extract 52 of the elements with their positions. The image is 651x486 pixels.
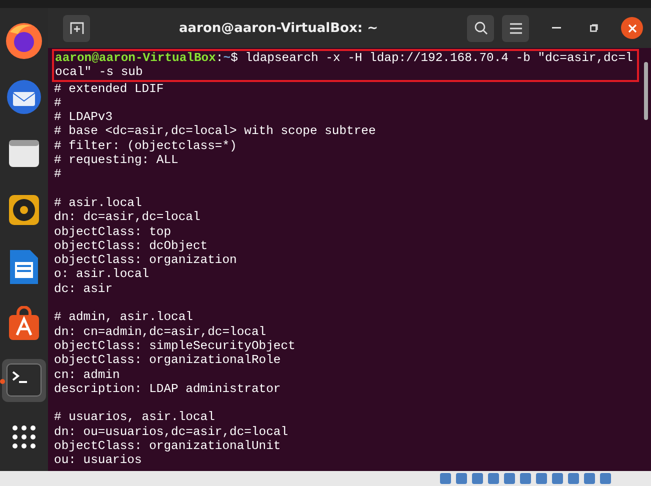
output-line: # admin, asir.local [54,310,194,325]
new-tab-icon [70,21,84,35]
status-icon [552,473,563,484]
status-icon [584,473,595,484]
close-button[interactable] [621,17,643,39]
status-icon [488,473,499,484]
output-line: # filter: (objectclass=*) [54,138,238,154]
output-line: ou: usuarios [54,453,143,468]
shopping-bag-icon [6,306,42,342]
status-icon [536,473,547,484]
output-line: # LDAPv3 [54,110,114,124]
output-line: objectClass: organizationalUnit [54,439,282,454]
search-button[interactable] [467,14,494,42]
document-icon [8,248,40,286]
output-line: # asir.local [54,196,143,210]
output-line: dn: ou=usuarios,dc=asir,dc=local [54,424,290,440]
status-icon [472,473,483,484]
output-line: o: asir.local [54,267,150,282]
output-line: # usuarios, asir.local [54,410,216,425]
dock-item[interactable] [2,358,46,402]
new-tab-button[interactable] [63,14,90,42]
status-icon [440,473,451,484]
menu-icon [510,22,522,34]
grid-icon [12,425,36,450]
status-icon [600,473,611,484]
scrollbar[interactable] [644,62,648,120]
status-icon [504,473,515,484]
output-line: # base <dc=asir,dc=local> with scope subtree [54,124,377,139]
search-icon [474,21,488,35]
output-line: cn: admin [54,368,121,382]
output-line: objectClass: top [54,224,172,239]
output-line: dn: dc=asir,dc=local [54,210,202,225]
menu-button[interactable] [502,14,529,42]
output-line: description: LDAP administrator [54,382,282,396]
output-line: dn: cn=admin,dc=asir,dc=local [54,324,268,339]
status-icon [568,473,579,484]
output-line: objectClass: simpleSecurityObject [54,338,296,354]
output-line: # extended LDIF [54,82,165,96]
minimize-icon [552,27,560,29]
output-line: # [54,96,62,110]
terminal-icon [6,363,42,398]
output-line: # requesting: ALL [54,153,180,168]
window-title: aaron@aaron-VirtualBox: ~ [178,20,379,36]
output-line: # [54,167,62,182]
output-line: objectClass: dcObject [54,238,209,254]
status-icon [520,473,531,484]
status-icon [456,473,467,484]
output-line: objectClass: organization [54,253,238,268]
close-icon [628,24,636,32]
restore-icon [590,24,598,32]
output-line: objectClass: organizationalRole [54,353,282,368]
output-line: dc: asir [54,282,114,296]
